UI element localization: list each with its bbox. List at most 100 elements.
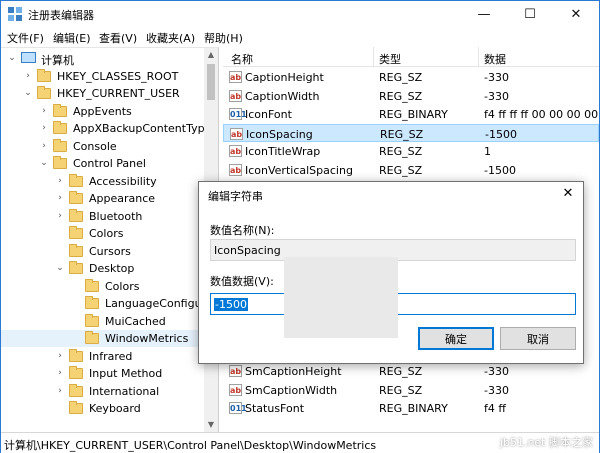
expand-chevron-right-icon[interactable]: › [39,140,49,152]
menu-edit[interactable]: 编辑(E) [53,30,91,46]
expand-chevron-right-icon[interactable]: › [39,105,49,117]
string-value-icon: ab [230,127,243,140]
menu-help[interactable]: 帮助(H) [204,30,243,46]
tree-item[interactable]: › Infrared [1,348,204,365]
value-row[interactable]: ab CaptionWidth REG_SZ -330 [223,87,599,105]
folder-icon [85,278,99,292]
tree-item-label: Appearance [89,192,156,205]
value-row[interactable]: ab IconSpacing REG_SZ -1500 [223,123,599,142]
expand-chevron-right-icon [55,227,65,239]
tree-item[interactable]: Keyboard [1,400,204,417]
folder-icon [69,401,83,414]
folder-icon [53,156,67,169]
folder-icon [69,243,83,257]
value-name-cell: StatusFont [245,402,305,415]
expand-chevron-down-icon[interactable]: ⌄ [55,262,65,274]
value-row[interactable]: ab SmCaptionWidth REG_SZ -330 [223,381,599,399]
tree-item[interactable]: › AppEvents [1,103,204,120]
binary-value-icon: 011 [229,108,247,120]
expand-chevron-right-icon[interactable]: › [55,192,65,204]
watermark: jb51.net 脚本之家 [499,436,593,449]
tree-item[interactable]: Colors [1,278,204,295]
value-name-cell: IconSpacing [246,127,313,141]
value-row[interactable]: 011 IconFont REG_BINARY f4 ff ff ff 00 00 0… [223,105,599,123]
value-row[interactable]: 011 StatusFont REG_BINARY f4 ff [223,399,599,417]
tree-item[interactable]: › Console [1,138,204,155]
window-title: 注册表编辑器 [28,9,94,22]
scroll-down-arrow-icon[interactable]: ▼ [204,418,218,432]
expand-chevron-down-icon[interactable]: ⌄ [7,52,17,64]
tree-item[interactable]: WindowMetrics [1,330,204,347]
tree-item-label: Accessibility [89,174,157,188]
column-header-name[interactable]: 名称 [231,51,253,67]
tree-item[interactable]: › Accessibility [1,173,204,190]
tree-item[interactable]: ⌄ Control Panel [1,155,204,172]
expand-chevron-right-icon[interactable]: › [55,367,65,379]
tree-item-label: Cursors [89,244,131,258]
value-name-text: IconSpacing [214,244,281,257]
folder-icon [69,261,83,274]
expand-chevron-right-icon[interactable]: › [23,70,33,82]
menu-view[interactable]: 查看(V) [99,30,137,46]
tree-item[interactable]: ⌄ 计算机 [1,50,204,67]
column-separator[interactable] [373,47,374,67]
tree-item[interactable]: MuiCached [1,313,204,330]
close-button[interactable]: ✕ [553,1,599,27]
tree-item[interactable]: › Appearance [1,190,204,207]
column-separator[interactable] [478,47,479,67]
column-header-data[interactable]: 数据 [484,51,506,67]
folder-icon [69,208,83,222]
folder-icon [69,366,83,379]
value-data-cell: 1 [484,145,491,158]
tree-item[interactable]: › Bluetooth [1,208,204,225]
ok-button[interactable]: 确定 [418,327,494,350]
tree-item[interactable]: ⌄ HKEY_CURRENT_USER [1,85,204,102]
menu-file[interactable]: 文件(F) [7,30,44,46]
folder-icon [69,173,83,187]
title-bar[interactable]: 注册表编辑器 — ☐ ✕ [1,1,599,27]
value-row[interactable]: ab IconVerticalSpacing REG_SZ -1500 [223,161,599,179]
value-data-cell: f4 ff ff ff 00 00 00 00 [484,108,599,121]
value-type-cell: REG_SZ [379,383,423,397]
menu-favorites[interactable]: 收藏夹(A) [146,30,195,46]
tree-item[interactable]: ⌄ Desktop [1,260,204,277]
string-value-icon: ab [229,89,242,102]
tree-item[interactable]: › Input Method [1,365,204,382]
expand-chevron-right-icon[interactable]: › [55,175,65,187]
expand-chevron-down-icon[interactable]: ⌄ [39,157,49,169]
value-type-cell: REG_BINARY [379,108,448,121]
tree-item-label: AppXBackupContentType [73,122,212,135]
tree-item-label: Keyboard [89,402,141,415]
value-data-cell: f4 ff [484,402,506,415]
minimize-button[interactable]: — [461,1,507,27]
value-row[interactable]: ab CaptionHeight REG_SZ -330 [223,68,599,86]
value-row[interactable]: ab IconTitleWrap REG_SZ 1 [223,142,599,160]
tree-item[interactable]: › International [1,383,204,400]
cancel-button[interactable]: 取消 [500,327,576,350]
folder-icon [85,313,99,327]
tree-scrollbar-thumb[interactable] [207,64,215,100]
folder-icon [37,86,51,99]
expand-chevron-right-icon[interactable]: › [39,122,49,134]
tree-item[interactable]: Cursors [1,243,204,260]
folder-icon [85,296,99,309]
tree-item[interactable]: › HKEY_CLASSES_ROOT [1,68,204,85]
tree-item-label: Desktop [89,262,135,275]
expand-chevron-right-icon[interactable]: › [55,210,65,222]
tree-item-label: International [89,384,160,398]
tree-item[interactable]: › AppXBackupContentType [1,120,211,137]
expand-chevron-down-icon[interactable]: ⌄ [23,87,33,99]
tree-item[interactable]: LanguageConfigu [1,295,204,312]
folder-icon [69,226,83,239]
maximize-button[interactable]: ☐ [507,1,553,27]
folder-icon [69,191,83,204]
expand-chevron-right-icon[interactable]: › [55,350,65,362]
scroll-up-arrow-icon[interactable]: ▲ [204,48,218,62]
column-header-type[interactable]: 类型 [379,51,401,67]
dialog-close-icon[interactable]: ✕ [559,185,577,203]
tree-item-label: Console [73,139,117,153]
folder-icon [69,383,83,397]
expand-chevron-right-icon[interactable]: › [55,385,65,397]
value-row[interactable]: ab SmCaptionHeight REG_SZ -330 [223,362,599,380]
tree-item[interactable]: Colors [1,225,204,242]
